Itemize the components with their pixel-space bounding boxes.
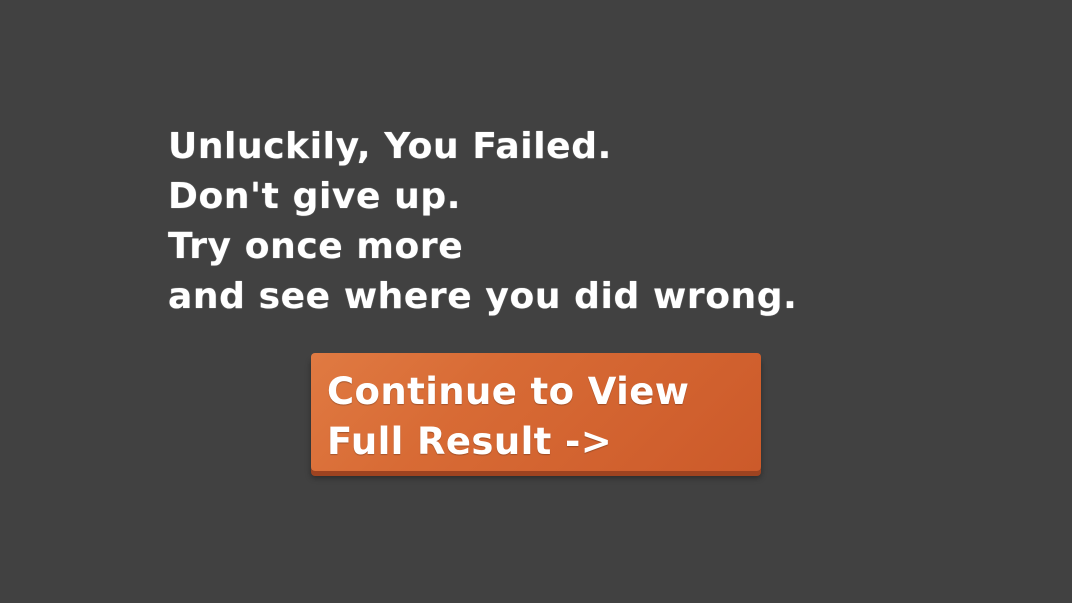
result-message: Unluckily, You Failed. Don't give up. Tr… — [168, 122, 1028, 322]
message-line-review: and see where you did wrong. — [168, 276, 798, 317]
message-line-retry: Try once more — [168, 226, 464, 267]
message-line-headline: Unluckily, You Failed. — [168, 126, 612, 167]
message-line-encouragement: Don't give up. — [168, 176, 462, 217]
continue-button-label-line-2: Full Result -> — [327, 420, 613, 463]
continue-to-full-result-button[interactable]: Continue to View Full Result -> — [311, 353, 761, 471]
continue-button-label-line-1: Continue to View — [327, 370, 690, 413]
